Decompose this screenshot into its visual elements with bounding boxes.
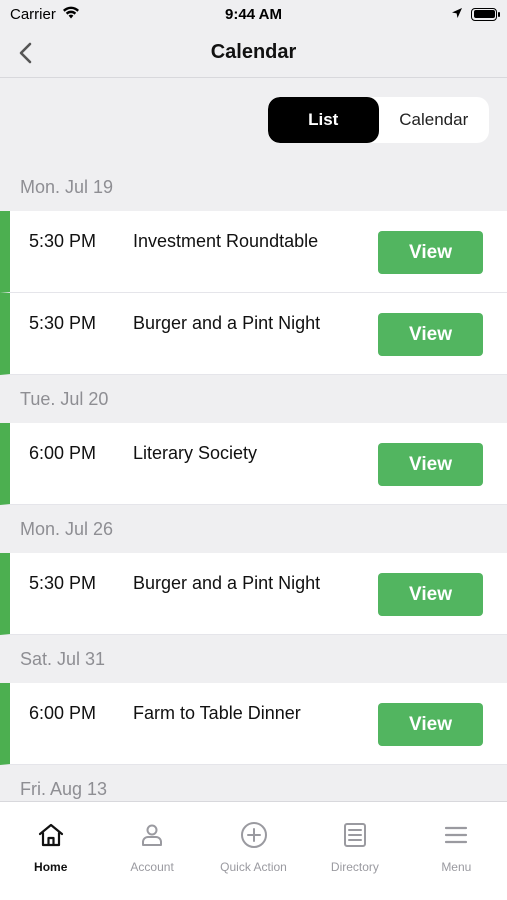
event-title: Literary Society — [133, 443, 258, 463]
event-row: 5:30 PM Burger and a Pint Night View — [0, 553, 507, 635]
back-button[interactable] — [10, 38, 40, 68]
event-time: 6:00 PM — [29, 703, 97, 723]
status-left: Carrier — [10, 6, 80, 23]
tab-label: Directory — [330, 860, 379, 874]
calendar-view-button[interactable]: Calendar — [379, 97, 490, 143]
event-time: 5:30 PM — [29, 313, 97, 333]
tab-quick-action[interactable]: Quick Action — [203, 802, 304, 900]
tab-account[interactable]: Account — [101, 802, 202, 900]
tab-menu[interactable]: Menu — [406, 802, 507, 900]
view-button[interactable]: View — [378, 443, 483, 486]
date-header: Tue. Jul 20 — [20, 388, 109, 409]
view-button[interactable]: View — [378, 703, 483, 746]
event-time: 5:30 PM — [29, 573, 97, 593]
event-title: Farm to Table Dinner — [133, 703, 301, 723]
menu-icon — [441, 820, 471, 850]
date-header: Mon. Jul 19 — [20, 176, 114, 197]
status-bar: Carrier 9:44 AM — [0, 0, 507, 28]
user-icon — [137, 820, 167, 850]
event-time: 5:30 PM — [29, 231, 97, 251]
date-header: Mon. Jul 26 — [20, 518, 114, 539]
status-right — [451, 6, 500, 23]
tab-label: Home — [34, 860, 68, 874]
location-arrow-icon — [451, 6, 463, 23]
view-button[interactable]: View — [378, 313, 483, 356]
tab-directory[interactable]: Directory — [304, 802, 405, 900]
tab-bar: Home Account Quick Action Directory Menu — [0, 801, 507, 900]
battery-icon — [471, 7, 500, 21]
view-button[interactable]: View — [378, 231, 483, 274]
plus-circle-icon — [239, 820, 269, 850]
event-title: Investment Roundtable — [133, 231, 319, 251]
wifi-icon — [62, 6, 80, 23]
event-time: 6:00 PM — [29, 443, 97, 463]
tab-label: Account — [130, 860, 174, 874]
event-row: 5:30 PM Burger and a Pint Night View — [0, 293, 507, 375]
list-view-button[interactable]: List — [268, 97, 379, 143]
page-title: Calendar — [210, 41, 297, 63]
event-row: 6:00 PM Literary Society View — [0, 423, 507, 505]
tab-label: Quick Action — [220, 860, 287, 874]
view-toggle: List Calendar — [268, 97, 489, 143]
home-icon — [36, 820, 66, 850]
event-row: 5:30 PM Investment Roundtable View — [0, 211, 507, 293]
tab-home[interactable]: Home — [0, 802, 101, 900]
carrier-label: Carrier — [10, 5, 56, 23]
battery-fill — [473, 10, 495, 18]
directory-icon — [340, 820, 370, 850]
event-title: Burger and a Pint Night — [133, 573, 321, 593]
event-list: Mon. Jul 19 5:30 PM Investment Roundtabl… — [0, 163, 507, 813]
view-button[interactable]: View — [378, 573, 483, 616]
chevron-left-icon — [19, 42, 32, 64]
event-row: 6:00 PM Farm to Table Dinner View — [0, 683, 507, 765]
event-title: Burger and a Pint Night — [133, 313, 321, 333]
tab-label: Menu — [441, 860, 472, 874]
date-header: Sat. Jul 31 — [20, 648, 106, 669]
navigation-bar: Calendar — [0, 28, 507, 78]
